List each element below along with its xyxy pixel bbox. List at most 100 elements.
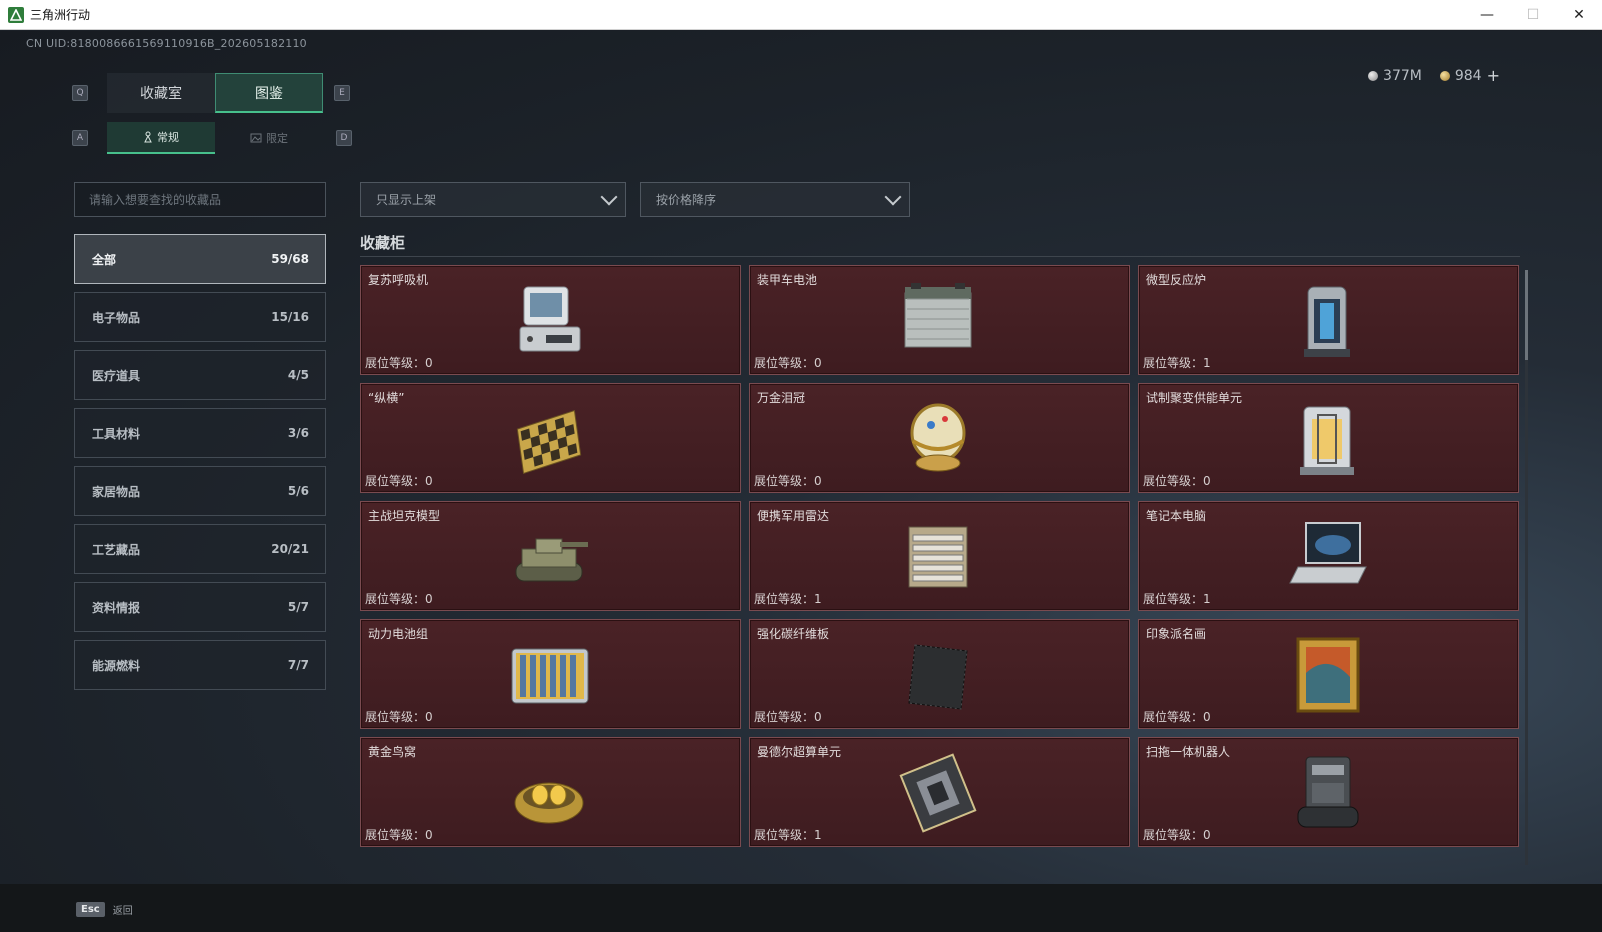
item-display-level: 展位等级：0 [754,356,822,370]
player-uid: CN UID:8180086661569110916B_202605182110 [26,37,307,50]
collection-item-card[interactable]: 扫拖一体机器人 展位等级：0 [1138,737,1519,847]
item-display-level: 展位等级：1 [1143,356,1211,370]
maximize-button[interactable]: ☐ [1510,0,1556,30]
bottom-bar: Esc 返回 [0,884,1602,932]
minimize-button[interactable]: — [1464,0,1510,30]
search-input[interactable]: 请输入想要查找的收藏品 [74,182,326,217]
category-label: 电子物品 [92,310,141,325]
item-name: 试制聚变供能单元 [1146,391,1243,405]
sort-dropdown[interactable]: 按价格降序 [640,182,910,217]
esc-key: Esc [76,901,105,917]
category-crafts[interactable]: 工艺藏品 20/21 [74,524,326,574]
collection-item-card[interactable]: 强化碳纤维板 展位等级：0 [749,619,1130,729]
add-currency-button[interactable]: + [1487,66,1500,85]
limited-icon [250,133,262,143]
collection-item-card[interactable]: 复苏呼吸机 展位等级：0 [360,265,741,375]
category-label: 能源燃料 [92,658,141,673]
app-logo-icon [8,6,24,23]
item-name: 曼德尔超算单元 [757,745,842,759]
collection-item-card[interactable]: 装甲车电池展位等级：0 [749,265,1130,375]
tab-catalog[interactable]: 图鉴 [215,73,323,113]
item-display-level: 展位等级：0 [754,710,822,724]
item-display-level: 展位等级：0 [365,474,433,488]
item-name: 动力电池组 [368,627,429,641]
collection-item-card[interactable]: 便携军用雷达 展位等级：1 [749,501,1130,611]
item-name: “纵横” [368,391,405,405]
item-name: 便携军用雷达 [757,509,830,523]
hotkey-prev-subtab: A [72,130,88,146]
scrollbar-thumb[interactable] [1525,270,1528,360]
item-name: 装甲车电池 [757,273,818,287]
category-count: 5/7 [287,600,309,614]
category-count: 5/6 [287,484,309,498]
collection-item-card[interactable]: 动力电池组展位等级：0 [360,619,741,729]
game-area: CN UID:8180086661569110916B_202605182110… [0,31,1602,932]
item-name: 微型反应炉 [1146,273,1207,287]
category-all[interactable]: 全部 59/68 [74,234,326,284]
tab-collection-room[interactable]: 收藏室 [107,73,215,113]
collection-item-card[interactable]: 主战坦克模型 展位等级：0 [360,501,741,611]
category-intel[interactable]: 资料情报 5/7 [74,582,326,632]
gold-coin-icon [1439,70,1450,81]
fusion-unit-icon [1300,406,1354,475]
section-title: 收藏柜 [360,234,406,252]
collection-item-card[interactable]: 万金泪冠展位等级：0 [749,383,1130,493]
close-button[interactable]: ✕ [1556,0,1602,30]
shelf-filter-dropdown[interactable]: 只显示上架 [360,182,626,217]
category-label: 家居物品 [92,484,141,499]
regular-icon [144,131,152,143]
category-label: 工具材料 [92,426,141,441]
category-electronics[interactable]: 电子物品 15/16 [74,292,326,342]
item-grid: 复苏呼吸机 展位等级：0 装甲车电池 展位等级：0 微型反应炉 展位等级：1 “纵横” 展位等… [360,265,1520,847]
item-name: 黄金鸟窝 [368,745,417,759]
collection-item-card[interactable]: 黄金鸟窝 展位等级：0 [360,737,741,847]
back-button[interactable]: Esc 返回 [76,896,133,922]
collection-item-card[interactable]: 试制聚变供能单元 展位等级：0 [1138,383,1519,493]
category-count: 3/6 [287,426,309,440]
item-display-level: 展位等级：1 [754,828,822,842]
category-count: 15/16 [271,310,309,324]
category-household[interactable]: 家居物品 5/6 [74,466,326,516]
item-display-level: 展位等级：1 [1143,592,1211,606]
item-display-level: 展位等级：1 [754,592,822,606]
category-energy[interactable]: 能源燃料 7/7 [74,640,326,690]
category-label: 资料情报 [92,600,141,615]
collection-item-card[interactable]: 印象派名画展位等级：0 [1138,619,1519,729]
item-name: 万金泪冠 [757,391,806,405]
main-tabs: 收藏室 图鉴 [107,73,323,113]
golden-nest-icon [514,782,584,824]
sub-tabs: 常规 限定 [107,122,323,154]
jeweled-egg-icon [910,403,966,472]
category-count: 4/5 [287,368,309,382]
collection-item-card[interactable]: 曼德尔超算单元 展位等级：1 [749,737,1130,847]
chevron-down-icon [600,188,618,205]
reactor-icon [1304,286,1350,357]
item-display-level: 展位等级：0 [754,474,822,488]
item-display-level: 展位等级：0 [365,592,433,606]
supercomputer-chip-icon [899,753,977,833]
hotkey-prev-tab: Q [72,85,88,101]
category-medical[interactable]: 医疗道具 4/5 [74,350,326,400]
window-title: 三角洲行动 [30,8,91,22]
battery-icon [904,283,972,348]
item-name: 扫拖一体机器人 [1146,745,1231,759]
category-list: 全部 59/68 电子物品 15/16 医疗道具 4/5 工具材料 3/6 家居… [74,234,326,698]
item-name: 印象派名画 [1146,627,1207,641]
chessboard-icon [516,409,582,475]
collection-item-card[interactable]: 微型反应炉展位等级：1 [1138,265,1519,375]
item-display-level: 展位等级：0 [1143,710,1211,724]
collection-item-card[interactable]: “纵横” 展位等级：0 [360,383,741,493]
category-count: 7/7 [287,658,309,672]
category-tools[interactable]: 工具材料 3/6 [74,408,326,458]
shelf-filter-value: 只显示上架 [376,193,437,207]
painting-icon [1296,637,1360,713]
hotkey-next-tab: E [334,85,350,101]
collection-item-card[interactable]: 笔记本电脑 展位等级：1 [1138,501,1519,611]
hotkey-next-subtab: D [336,130,352,146]
subtab-limited[interactable]: 限定 [215,122,323,154]
category-count: 20/21 [271,542,309,556]
silver-coin-icon [1368,70,1379,81]
item-display-level: 展位等级：0 [365,710,433,724]
subtab-regular[interactable]: 常规 [107,122,215,154]
ventilator-icon [519,286,581,352]
